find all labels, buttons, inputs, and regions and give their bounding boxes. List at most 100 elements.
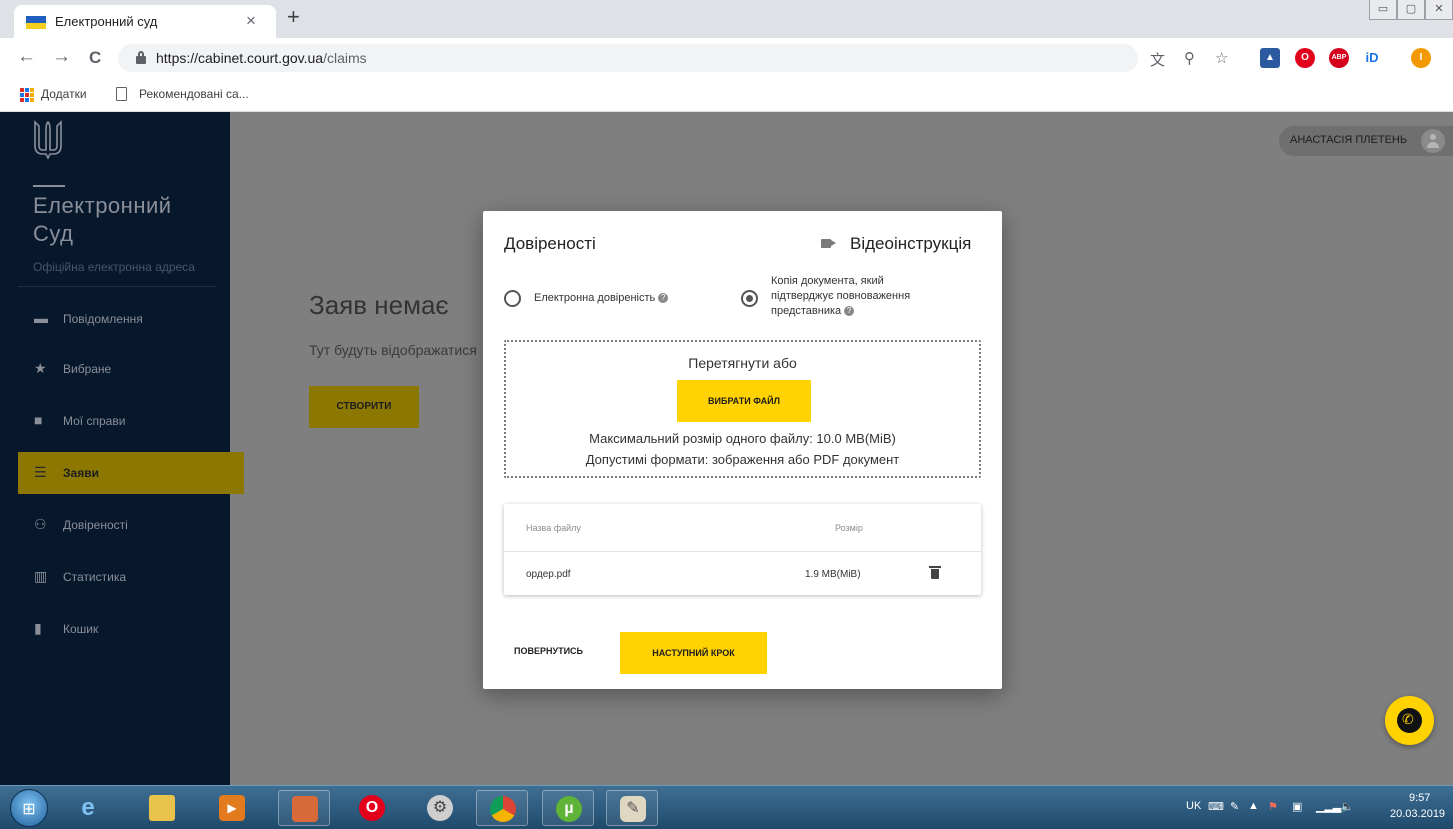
radio-document-copy[interactable] <box>741 290 758 307</box>
star-icon: ★ <box>34 360 47 376</box>
url-text: https://cabinet.court.gov.ua/claims <box>156 50 367 66</box>
brand-divider <box>33 185 65 187</box>
volume-icon[interactable]: 🔈 <box>1340 800 1354 813</box>
browser-tab-bar: Електронний суд × + ▭ ▢ ✕ <box>0 0 1453 38</box>
chrome-icon <box>490 796 516 822</box>
network-icon[interactable]: ▣ <box>1292 800 1302 813</box>
translate-icon[interactable]: 文 <box>1150 49 1165 70</box>
sidebar: Електронний Суд Офіційна електронна адре… <box>0 112 244 785</box>
column-header-size: Розмір <box>835 523 863 533</box>
taskbar-internet-explorer[interactable]: e <box>62 790 114 826</box>
brand-title: Електронний Суд <box>33 193 172 246</box>
tab-close-button[interactable]: × <box>246 11 256 31</box>
page-icon <box>116 87 127 101</box>
bookmark-recommended[interactable]: Рекомендовані са... <box>139 87 249 101</box>
sidebar-item-favorites[interactable]: ★ Вибране <box>18 348 244 390</box>
adblock-icon[interactable]: ABP <box>1329 48 1349 68</box>
phone-icon: ✆ <box>1397 708 1422 733</box>
clock-date[interactable]: 20.03.2019 <box>1390 808 1445 820</box>
next-step-button[interactable]: НАСТУПНИЙ КРОК <box>620 632 767 674</box>
user-menu[interactable]: АНАСТАСІЯ ПЛЕТЕНЬ <box>1279 126 1453 156</box>
media-player-icon: ▶ <box>219 795 245 821</box>
taskbar-chrome[interactable] <box>476 790 528 826</box>
forward-button[interactable]: → <box>52 46 71 68</box>
browser-tab[interactable]: Електронний суд × <box>14 5 276 38</box>
taskbar-media-player[interactable]: ▶ <box>206 790 258 826</box>
sidebar-item-messages[interactable]: ▬ Повідомлення <box>18 298 244 340</box>
close-window-button[interactable]: ✕ <box>1425 0 1453 20</box>
start-button[interactable]: ⊞ <box>10 789 48 827</box>
back-button-dialog[interactable]: ПОВЕРНУТИСЬ <box>514 646 583 656</box>
pen-input-icon[interactable]: ✎ <box>1230 800 1239 813</box>
clock-time[interactable]: 9:57 <box>1409 792 1430 804</box>
allowed-formats-text: Допустимі формати: зображення або PDF до… <box>585 452 900 467</box>
zoom-icon[interactable]: ⚲ <box>1184 49 1195 67</box>
language-indicator[interactable]: UK <box>1186 800 1201 812</box>
radio-electronic-poa-label[interactable]: Електронна довіреність? <box>534 291 724 306</box>
sidebar-item-powers-of-attorney[interactable]: ⚇ Довіреності <box>18 504 244 546</box>
profile-avatar-icon[interactable]: I <box>1411 48 1431 68</box>
sidebar-item-claims[interactable]: ☰ Заяви <box>18 452 244 494</box>
bookmarks-bar: Додатки Рекомендовані са... <box>0 78 1453 112</box>
create-button[interactable]: СТВОРИТИ <box>309 386 419 428</box>
keyboard-icon[interactable]: ⌨ <box>1208 800 1224 813</box>
show-hidden-icons-icon[interactable]: ▲ <box>1248 800 1259 812</box>
call-button[interactable]: ✆ <box>1385 696 1434 745</box>
extension-icon[interactable]: ▲ <box>1260 48 1280 68</box>
help-icon[interactable]: ? <box>658 293 669 303</box>
restore-button[interactable]: ▢ <box>1397 0 1425 20</box>
bookmark-star-icon[interactable]: ☆ <box>1215 49 1228 67</box>
sidebar-item-my-cases[interactable]: ■ Мої справи <box>18 400 244 442</box>
video-instruction-label: Відеоінструкція <box>850 234 972 253</box>
address-bar-row: ← → C https://cabinet.court.gov.ua/claim… <box>0 38 1453 78</box>
sidebar-divider <box>18 286 216 287</box>
id-extension-icon[interactable]: iD <box>1362 48 1382 68</box>
film-reel-icon: ⚙ <box>427 795 453 821</box>
choose-file-button[interactable]: ВИБРАТИ ФАЙЛ <box>677 380 811 422</box>
bookmark-apps[interactable]: Додатки <box>41 87 87 101</box>
taskbar-utorrent[interactable]: µ <box>542 790 594 826</box>
action-center-icon[interactable]: ⚑ <box>1268 800 1278 813</box>
radio-electronic-poa[interactable] <box>504 290 521 307</box>
ukraine-flag-icon <box>26 16 46 29</box>
file-dropzone[interactable]: Перетягнути або ВИБРАТИ ФАЙЛ Максимальни… <box>504 340 981 478</box>
table-header: Назва файлу Розмір <box>504 504 981 552</box>
new-tab-button[interactable]: + <box>287 4 300 30</box>
taskbar-film-app[interactable]: ⚙ <box>414 790 466 826</box>
sidebar-item-label: Повідомлення <box>63 312 143 326</box>
utorrent-icon: µ <box>556 796 582 822</box>
help-icon[interactable]: ? <box>844 306 855 316</box>
signal-icon[interactable]: ▁▂▃ <box>1316 800 1341 813</box>
brand-subtitle: Офіційна електронна адреса <box>33 260 195 274</box>
file-size: 1.9 MB(MiB) <box>805 569 861 580</box>
file-name: ордер.pdf <box>526 569 571 580</box>
column-header-name: Назва файлу <box>526 523 581 533</box>
taskbar-paint[interactable]: ✎ <box>606 790 658 826</box>
chart-icon: ▥ <box>34 568 48 584</box>
sidebar-item-label: Вибране <box>63 362 112 376</box>
taskbar-opera[interactable]: O <box>346 790 398 826</box>
taskbar-paint-app[interactable] <box>278 790 330 826</box>
folder-icon: ■ <box>34 412 43 428</box>
sidebar-item-trash[interactable]: ▮ Кошик <box>18 608 244 650</box>
reload-button[interactable]: C <box>89 48 101 68</box>
lock-icon <box>136 51 146 64</box>
url-field[interactable]: https://cabinet.court.gov.ua/claims 文 ⚲ … <box>118 44 1228 72</box>
image-app-icon <box>292 796 318 822</box>
trident-logo-icon <box>34 120 62 160</box>
apps-grid-icon[interactable] <box>20 88 34 102</box>
back-button[interactable]: ← <box>17 46 36 68</box>
radio-document-copy-label[interactable]: Копія документа, який підтверджує повнов… <box>771 274 941 319</box>
opera-icon: O <box>359 795 385 821</box>
user-avatar-icon <box>1421 129 1445 153</box>
dropzone-hint: Перетягнути або <box>688 355 797 371</box>
internet-explorer-icon: e <box>81 794 95 821</box>
sidebar-item-label: Заяви <box>63 466 99 480</box>
sidebar-item-statistics[interactable]: ▥ Статистика <box>18 556 244 598</box>
palette-icon: ✎ <box>620 796 646 822</box>
taskbar-explorer[interactable] <box>136 790 188 826</box>
minimize-button[interactable]: ▭ <box>1369 0 1397 20</box>
delete-file-icon[interactable] <box>929 566 941 579</box>
opera-vpn-icon[interactable]: O <box>1295 48 1315 68</box>
sidebar-item-label: Кошик <box>63 622 99 636</box>
